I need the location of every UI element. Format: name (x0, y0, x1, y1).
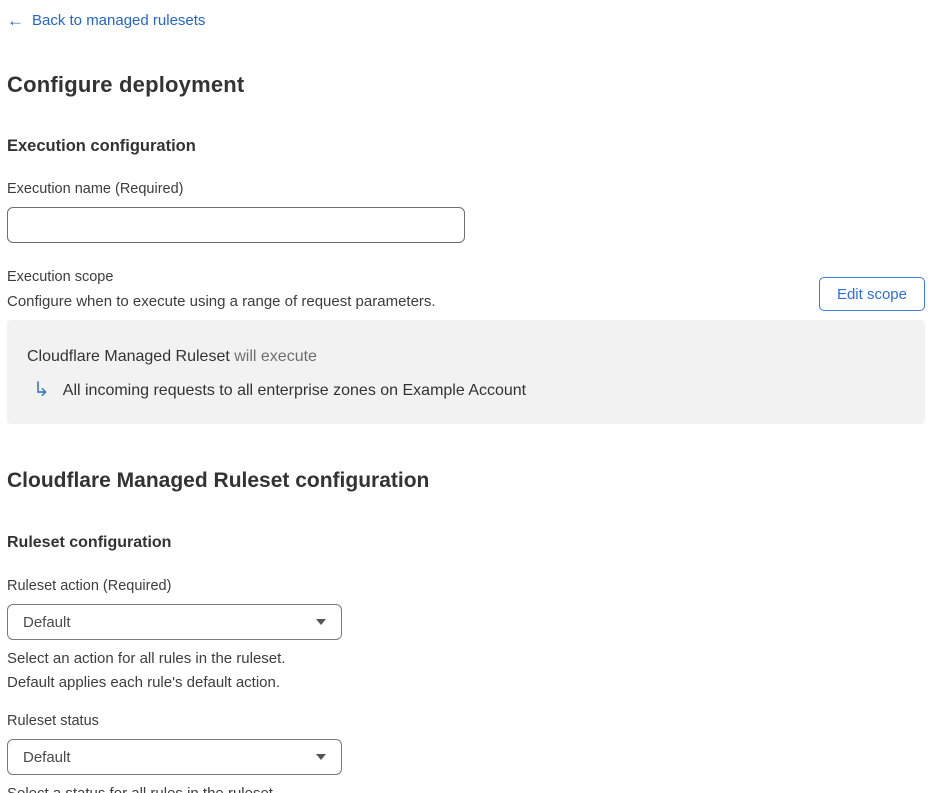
ruleset-status-help: Select a status for all rules in the rul… (7, 782, 925, 793)
scope-summary-text: All incoming requests to all enterprise … (62, 381, 527, 399)
back-arrow-icon: ← (7, 11, 24, 30)
ruleset-action-help: Select an action for all rules in the ru… (7, 647, 925, 695)
caret-down-icon (316, 619, 326, 625)
ruleset-status-label: Ruleset status (7, 713, 99, 729)
execution-name-input[interactable] (7, 207, 465, 243)
execution-scope-description: Configure when to execute using a range … (7, 293, 436, 310)
ruleset-action-select[interactable]: Default (7, 604, 342, 640)
ruleset-status-select[interactable]: Default (7, 739, 342, 775)
branch-arrow-icon: ↳ (33, 379, 50, 401)
execution-configuration-heading: Execution configuration (7, 137, 196, 155)
ruleset-status-selected-value: Default (23, 748, 71, 766)
page-title: Configure deployment (7, 72, 245, 97)
back-to-managed-rulesets-link[interactable]: ← Back to managed rulesets (7, 12, 205, 29)
scope-summary-line1: Cloudflare Managed Ruleset will execute (27, 347, 905, 366)
caret-down-icon (316, 754, 326, 760)
execution-scope-text: Execution scope Configure when to execut… (7, 269, 436, 311)
ruleset-action-help-line1: Select an action for all rules in the ru… (7, 650, 286, 667)
scope-summary-box: Cloudflare Managed Ruleset will execute … (7, 320, 925, 424)
execution-name-label: Execution name (Required) (7, 181, 184, 197)
execution-scope-row: Execution scope Configure when to execut… (7, 269, 925, 311)
scope-will-execute-text: will execute (229, 348, 317, 365)
back-link-label: Back to managed rulesets (32, 12, 206, 29)
scope-summary-line2: ↳ All incoming requests to all enterpris… (27, 380, 905, 400)
edit-scope-button[interactable]: Edit scope (818, 277, 925, 311)
configure-deployment-page: ← Back to managed rulesets Configure dep… (0, 0, 931, 793)
execution-scope-label: Execution scope (7, 269, 114, 285)
ruleset-configuration-heading: Cloudflare Managed Ruleset configuration (7, 469, 430, 492)
ruleset-action-label: Ruleset action (Required) (7, 578, 172, 594)
scope-ruleset-name: Cloudflare Managed Ruleset (27, 348, 230, 365)
ruleset-action-help-line2: Default applies each rule's default acti… (7, 674, 281, 691)
ruleset-configuration-subheading: Ruleset configuration (7, 534, 172, 551)
ruleset-action-selected-value: Default (23, 613, 71, 631)
ruleset-status-help-line1: Select a status for all rules in the rul… (7, 782, 925, 793)
